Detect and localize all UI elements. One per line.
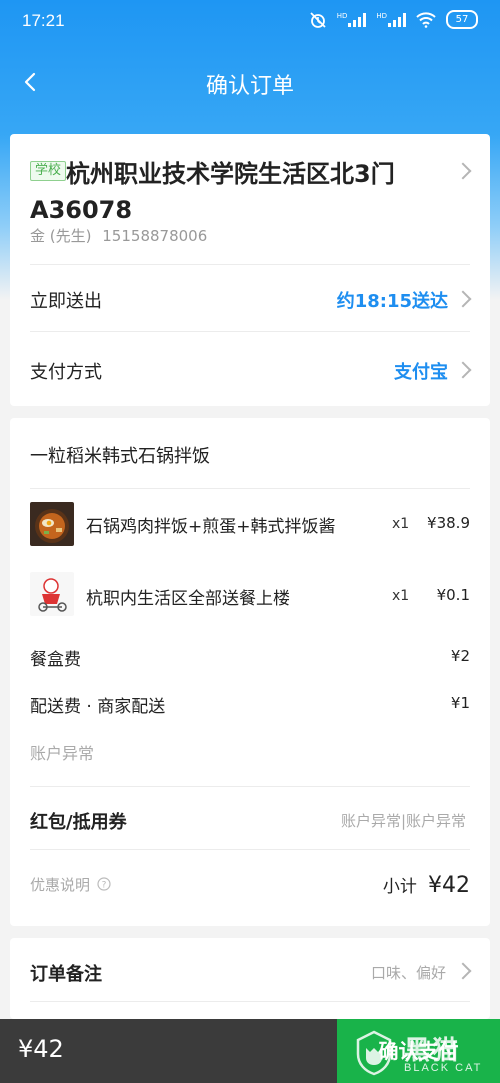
discount-info[interactable]: 优惠说明 ? xyxy=(30,874,111,898)
watermark: 黑猫 BLACK CAT xyxy=(346,1028,496,1080)
cell-signal-1-icon: HD xyxy=(336,11,367,27)
status-icons: HD HD 57 xyxy=(309,10,478,29)
svg-text:?: ? xyxy=(102,881,107,891)
status-bar: 17:21 HD HD 57 xyxy=(0,0,500,44)
subtotal: 小计 ¥42 xyxy=(383,872,470,898)
cell-signal-2-icon: HD xyxy=(376,11,406,27)
subtotal-value: ¥42 xyxy=(428,873,470,898)
nav-bar: 确认订单 xyxy=(0,56,500,106)
account-status-text: 账户异常 xyxy=(30,744,95,763)
food-image xyxy=(30,502,74,546)
remarks-label: 订单备注 xyxy=(30,964,102,985)
item-price: ¥38.9 xyxy=(427,514,470,532)
shop-name: 一粒稻米韩式石锅拌饭 xyxy=(30,446,210,467)
help-icon: ? xyxy=(97,877,111,891)
contact-info: 金 (先生) 15158878006 xyxy=(30,225,207,246)
network-type-label: HD xyxy=(376,11,387,20)
item-name: 石锅鸡肉拌饭+煎蛋+韩式拌饭酱 xyxy=(86,517,336,537)
coupon-row[interactable]: 红包/抵用券 账户异常|账户异常 xyxy=(10,787,490,849)
alarm-off-icon xyxy=(310,11,326,28)
total-price: ¥42 xyxy=(18,1035,64,1063)
page-title: 确认订单 xyxy=(205,74,294,99)
battery-icon: 57 xyxy=(446,10,478,29)
discount-label: 优惠说明 xyxy=(30,876,91,894)
delivery-fee-value: ¥1 xyxy=(450,694,470,712)
address-text: 杭州职业技术学院生活区北3门A36078 xyxy=(30,160,395,224)
item-quantity: x1 xyxy=(392,516,410,532)
delivery-time-row[interactable]: 立即送出 约18:15送达 xyxy=(10,265,490,331)
delivery-mascot-image xyxy=(30,572,74,616)
chevron-right-icon xyxy=(454,162,472,180)
item-quantity: x1 xyxy=(392,588,410,604)
order-card: 一粒稻米韩式石锅拌饭 石锅鸡肉拌饭+煎蛋+韩式拌饭酱 x1 ¥38.9 杭职内生… xyxy=(10,418,490,926)
box-fee-label: 餐盒费 xyxy=(30,650,81,670)
list-item: 石锅鸡肉拌饭+煎蛋+韩式拌饭酱 x1 ¥38.9 xyxy=(10,498,490,554)
delivery-fee-label: 配送费 · 商家配送 xyxy=(30,697,166,717)
subtotal-label: 小计 xyxy=(382,877,417,897)
status-time: 17:21 xyxy=(22,11,65,30)
item-price: ¥0.1 xyxy=(436,586,470,604)
delivery-info-card: 学校 杭州职业技术学院生活区北3门A36078 金 (先生) 151588780… xyxy=(10,134,490,406)
divider xyxy=(30,1001,470,1002)
contact-phone: 15158878006 xyxy=(102,227,208,245)
watermark-subtext: BLACK CAT xyxy=(404,1062,483,1074)
black-cat-logo-icon xyxy=(356,1030,392,1076)
wifi-icon xyxy=(416,11,436,28)
divider xyxy=(30,488,470,489)
coupon-label: 红包/抵用券 xyxy=(30,812,127,833)
coupon-value: 账户异常|账户异常 xyxy=(340,812,466,830)
payment-method-row[interactable]: 支付方式 支付宝 xyxy=(10,332,490,406)
box-fee-value: ¥2 xyxy=(450,647,470,665)
item-name: 杭职内生活区全部送餐上楼 xyxy=(86,589,290,609)
remarks-row[interactable]: 订单备注 口味、偏好 xyxy=(10,938,490,1002)
delivery-time-label: 立即送出 xyxy=(30,291,102,312)
address-row[interactable]: 学校 杭州职业技术学院生活区北3门A36078 金 (先生) 151588780… xyxy=(10,134,490,264)
chevron-right-icon xyxy=(454,290,472,308)
contact-name: 金 (先生) xyxy=(30,227,92,245)
chevron-right-icon xyxy=(454,361,472,379)
remarks-card: 订单备注 口味、偏好 xyxy=(10,938,490,1019)
payment-method-value: 支付宝 xyxy=(394,362,448,383)
list-item: 杭职内生活区全部送餐上楼 x1 ¥0.1 xyxy=(10,570,490,626)
divider xyxy=(30,849,470,850)
payment-method-label: 支付方式 xyxy=(30,362,102,383)
remarks-placeholder: 口味、偏好 xyxy=(370,964,446,982)
network-type-label: HD xyxy=(336,11,348,20)
chevron-right-icon xyxy=(454,962,472,980)
delivery-time-value: 约18:15送达 xyxy=(336,291,448,312)
